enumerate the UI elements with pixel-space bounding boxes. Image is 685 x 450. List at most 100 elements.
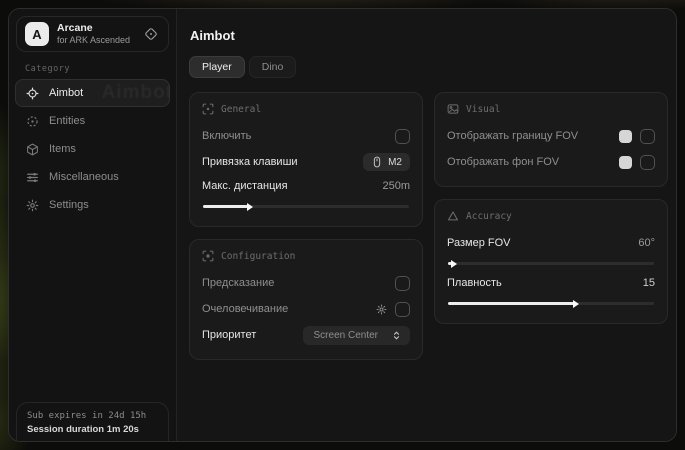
max-distance-row: Макс. дистанция 250m xyxy=(202,174,410,198)
fov-border-color-swatch[interactable] xyxy=(619,130,632,143)
sidebar-item-items[interactable]: Items xyxy=(15,135,170,163)
general-card-header: General xyxy=(202,103,410,115)
session-duration-text: Session duration 1m 20s xyxy=(27,424,158,435)
priority-dropdown-value: Screen Center xyxy=(314,330,378,341)
max-distance-value: 250m xyxy=(382,180,410,192)
sub-expires-text: Sub expires in 24d 15h xyxy=(27,411,158,421)
cube-icon xyxy=(26,143,39,156)
fov-bg-label: Отображать фон FOV xyxy=(447,156,559,168)
keybind-button[interactable]: M2 xyxy=(363,153,410,171)
keybind-value: M2 xyxy=(388,157,402,168)
fov-border-controls xyxy=(619,129,655,144)
brand-logo: A xyxy=(25,22,49,46)
smoothness-block: Плавность 15 xyxy=(447,271,655,305)
sidebar-item-label: Entities xyxy=(49,115,85,127)
fov-bg-row: Отображать фон FOV xyxy=(447,150,655,174)
fov-size-label: Размер FOV xyxy=(447,237,510,249)
priority-label: Приоритет xyxy=(202,329,256,341)
page-title: Aimbot xyxy=(190,28,668,43)
fov-size-slider[interactable] xyxy=(448,262,654,265)
sliders-icon xyxy=(26,171,39,184)
sidebar-item-label: Miscellaneous xyxy=(49,171,119,183)
diamond-target-icon[interactable] xyxy=(142,25,160,43)
visual-card-title: Visual xyxy=(466,104,500,115)
enable-checkbox[interactable] xyxy=(395,129,410,144)
scan-box-icon xyxy=(202,250,214,262)
left-column: General Включить Привязка клавиши xyxy=(189,92,423,360)
nav-ghost-watermark: Aimbot xyxy=(102,82,170,104)
smoothness-label: Плавность xyxy=(447,277,502,289)
visual-card: Visual Отображать границу FOV Отображать… xyxy=(434,92,668,187)
triangle-icon xyxy=(447,210,459,222)
keybind-label: Привязка клавиши xyxy=(202,156,298,168)
fov-size-value: 60° xyxy=(638,237,655,249)
prediction-label: Предсказание xyxy=(202,277,274,289)
configuration-card-header: Configuration xyxy=(202,250,410,262)
max-distance-slider[interactable] xyxy=(203,205,409,208)
prediction-checkbox[interactable] xyxy=(395,276,410,291)
main-panel: Aimbot Player Dino Gener xyxy=(177,9,677,441)
fov-bg-checkbox[interactable] xyxy=(640,155,655,170)
card-columns: General Включить Привязка клавиши xyxy=(189,92,668,360)
fov-border-checkbox[interactable] xyxy=(640,129,655,144)
scan-target-icon xyxy=(202,103,214,115)
tab-player[interactable]: Player xyxy=(189,56,245,78)
sidebar-item-label: Aimbot xyxy=(49,87,83,99)
slider-fill xyxy=(448,262,452,265)
radar-icon xyxy=(26,115,39,128)
slider-thumb[interactable] xyxy=(451,260,457,268)
general-card: General Включить Привязка клавиши xyxy=(189,92,423,227)
priority-dropdown[interactable]: Screen Center xyxy=(303,326,410,345)
right-column: Visual Отображать границу FOV Отображать… xyxy=(434,92,668,324)
humanization-checkbox[interactable] xyxy=(395,302,410,317)
fov-border-row: Отображать границу FOV xyxy=(447,124,655,148)
configuration-card: Configuration Предсказание Очеловечивани… xyxy=(189,239,423,360)
brand-text: Arcane for ARK Ascended xyxy=(57,22,134,45)
sidebar-item-entities[interactable]: Entities xyxy=(15,107,170,135)
subscription-status: Sub expires in 24d 15h Session duration … xyxy=(16,402,169,441)
chevron-up-down-icon xyxy=(391,330,402,341)
sidebar-item-miscellaneous[interactable]: Miscellaneous xyxy=(15,163,170,191)
desktop-background: { "colors": { "window_bg": "#141414", "c… xyxy=(0,0,685,450)
mouse-icon xyxy=(371,156,383,168)
brand-subtitle: for ARK Ascended xyxy=(57,35,134,46)
fov-bg-color-swatch[interactable] xyxy=(619,156,632,169)
fov-bg-controls xyxy=(619,155,655,170)
humanization-label: Очеловечивание xyxy=(202,303,288,315)
sidebar: A Arcane for ARK Ascended Category xyxy=(9,9,177,441)
smoothness-value: 15 xyxy=(643,277,655,289)
slider-fill xyxy=(203,205,248,208)
brand-card: A Arcane for ARK Ascended xyxy=(16,16,169,52)
accuracy-card-title: Accuracy xyxy=(466,211,512,222)
sidebar-item-aimbot[interactable]: Aimbot Aimbot xyxy=(15,79,170,107)
sidebar-item-label: Settings xyxy=(49,199,89,211)
general-card-title: General xyxy=(221,104,261,115)
humanization-gear-icon[interactable] xyxy=(376,304,387,315)
cheat-menu-window: A Arcane for ARK Ascended Category xyxy=(8,8,677,442)
sidebar-item-settings[interactable]: Settings xyxy=(15,191,170,219)
keybind-row: Привязка клавиши M2 xyxy=(202,150,410,174)
smoothness-row: Плавность 15 xyxy=(447,271,655,295)
sidebar-item-label: Items xyxy=(49,143,76,155)
priority-row: Приоритет Screen Center xyxy=(202,323,410,347)
category-label: Category xyxy=(25,64,170,74)
smoothness-slider[interactable] xyxy=(448,302,654,305)
slider-thumb[interactable] xyxy=(247,203,253,211)
fov-size-row: Размер FOV 60° xyxy=(447,231,655,255)
humanization-controls xyxy=(376,302,410,317)
sidebar-spacer xyxy=(15,219,170,402)
tab-dino[interactable]: Dino xyxy=(249,56,297,78)
slider-fill xyxy=(448,302,574,305)
accuracy-card-header: Accuracy xyxy=(447,210,655,222)
visual-card-header: Visual xyxy=(447,103,655,115)
brand-name: Arcane xyxy=(57,22,134,35)
enable-row: Включить xyxy=(202,124,410,148)
image-icon xyxy=(447,103,459,115)
fov-border-label: Отображать границу FOV xyxy=(447,130,578,142)
sidebar-nav: Aimbot Aimbot Entities xyxy=(15,79,170,219)
humanization-row: Очеловечивание xyxy=(202,297,410,321)
configuration-card-title: Configuration xyxy=(221,251,295,262)
max-distance-label: Макс. дистанция xyxy=(202,180,288,192)
fov-size-block: Размер FOV 60° xyxy=(447,231,655,265)
slider-thumb[interactable] xyxy=(573,300,579,308)
